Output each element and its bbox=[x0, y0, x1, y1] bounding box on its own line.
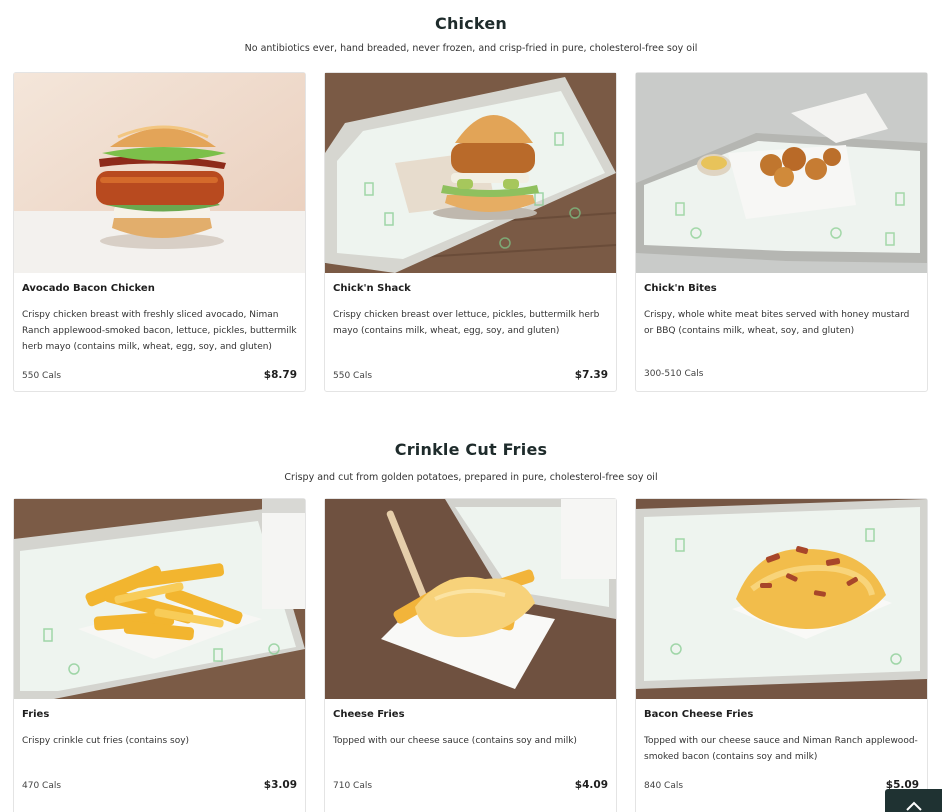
item-calories: 300-510 Cals bbox=[644, 369, 704, 379]
menu-card-fries[interactable]: Fries Crispy crinkle cut fries (contains… bbox=[13, 498, 306, 812]
chickn-shack-image bbox=[325, 73, 616, 273]
card-body: Fries Crispy crinkle cut fries (contains… bbox=[14, 699, 305, 749]
section-title: Crinkle Cut Fries bbox=[394, 440, 548, 459]
card-footer: 710 Cals $4.09 bbox=[333, 779, 608, 791]
item-price: $4.09 bbox=[574, 779, 608, 791]
card-footer: 300-510 Cals bbox=[644, 369, 919, 379]
item-calories: 710 Cals bbox=[333, 781, 373, 791]
menu-card-chickn-bites[interactable]: Chick'n Bites Crispy, whole white meat b… bbox=[635, 72, 928, 392]
item-name: Chick'n Bites bbox=[644, 283, 717, 294]
chicken-cards: Avocado Bacon Chicken Crispy chicken bre… bbox=[13, 72, 928, 392]
card-footer: 470 Cals $3.09 bbox=[22, 779, 297, 791]
bacon-cheese-fries-image bbox=[636, 499, 927, 699]
chicken-section: Chicken No antibiotics ever, hand breade… bbox=[0, 0, 942, 54]
card-body: Cheese Fries Topped with our cheese sauc… bbox=[325, 699, 616, 749]
card-footer: 840 Cals $5.09 bbox=[644, 779, 919, 791]
section-subtitle: Crispy and cut from golden potatoes, pre… bbox=[284, 472, 658, 483]
item-calories: 550 Cals bbox=[22, 371, 62, 381]
fries-cards: Fries Crispy crinkle cut fries (contains… bbox=[13, 498, 928, 812]
item-name: Fries bbox=[22, 709, 50, 720]
section-title: Chicken bbox=[435, 14, 507, 33]
item-calories: 470 Cals bbox=[22, 781, 62, 791]
card-footer: 550 Cals $7.39 bbox=[333, 369, 608, 381]
fries-image bbox=[14, 499, 305, 699]
item-description: Topped with our cheese sauce and Niman R… bbox=[644, 736, 918, 762]
item-description: Crispy, whole white meat bites served wi… bbox=[644, 310, 910, 336]
item-calories: 840 Cals bbox=[644, 781, 684, 791]
item-name: Bacon Cheese Fries bbox=[644, 709, 754, 720]
card-body: Bacon Cheese Fries Topped with our chees… bbox=[636, 699, 927, 765]
item-name: Cheese Fries bbox=[333, 709, 405, 720]
avocado-bacon-chicken-image bbox=[14, 73, 305, 273]
cheese-fries-image bbox=[325, 499, 616, 699]
fries-section: Crinkle Cut Fries Crispy and cut from go… bbox=[0, 440, 942, 483]
menu-card-cheese-fries[interactable]: Cheese Fries Topped with our cheese sauc… bbox=[324, 498, 617, 812]
scroll-to-top-button[interactable] bbox=[885, 789, 942, 812]
chickn-bites-image bbox=[636, 73, 927, 273]
card-footer: 550 Cals $8.79 bbox=[22, 369, 297, 381]
chevron-up-icon bbox=[905, 801, 922, 811]
section-subtitle: No antibiotics ever, hand breaded, never… bbox=[244, 43, 698, 54]
card-body: Chick'n Bites Crispy, whole white meat b… bbox=[636, 273, 927, 339]
item-description: Crispy chicken breast with freshly slice… bbox=[22, 310, 297, 352]
item-description: Crispy chicken breast over lettuce, pick… bbox=[333, 310, 600, 336]
menu-card-bacon-cheese-fries[interactable]: Bacon Cheese Fries Topped with our chees… bbox=[635, 498, 928, 812]
menu-card-chickn-shack[interactable]: Chick'n Shack Crispy chicken breast over… bbox=[324, 72, 617, 392]
item-description: Topped with our cheese sauce (contains s… bbox=[333, 736, 577, 746]
item-price: $3.09 bbox=[263, 779, 297, 791]
item-name: Avocado Bacon Chicken bbox=[22, 283, 155, 294]
item-description: Crispy crinkle cut fries (contains soy) bbox=[22, 736, 190, 746]
card-body: Chick'n Shack Crispy chicken breast over… bbox=[325, 273, 616, 339]
item-price: $7.39 bbox=[574, 369, 608, 381]
item-name: Chick'n Shack bbox=[333, 283, 411, 294]
menu-card-avocado-bacon-chicken[interactable]: Avocado Bacon Chicken Crispy chicken bre… bbox=[13, 72, 306, 392]
item-price: $8.79 bbox=[263, 369, 297, 381]
card-body: Avocado Bacon Chicken Crispy chicken bre… bbox=[14, 273, 305, 355]
item-calories: 550 Cals bbox=[333, 371, 373, 381]
